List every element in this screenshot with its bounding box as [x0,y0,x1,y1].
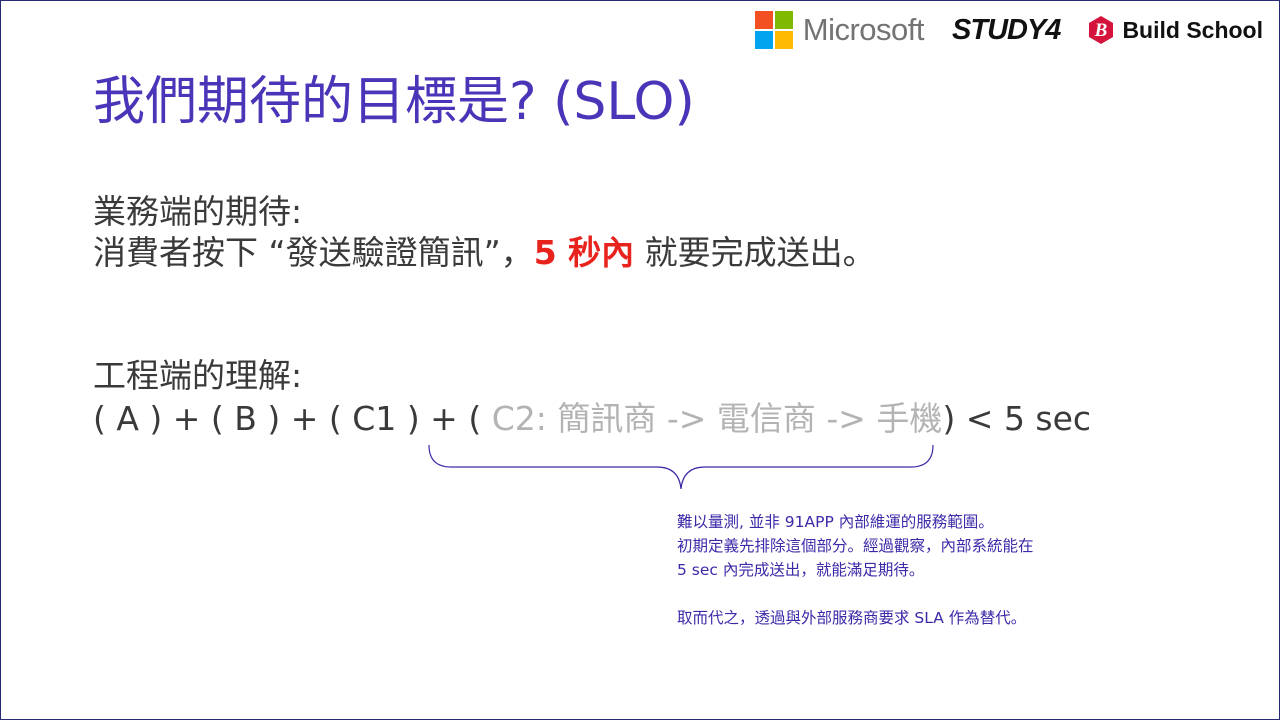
engineering-heading: 工程端的理解: [93,356,303,395]
sponsor-logos: Microsoft STUDY4 B Build School [754,9,1263,51]
business-line-pre: 消費者按下 “發送驗證簡訊”， [93,233,534,272]
engineering-understanding: 工程端的理解: ( A ) + ( B ) + ( C1 ) + ( C2: 簡… [93,354,1091,440]
note-line-2: 初期定義先排除這個部分。經過觀察，內部系統能在 [677,537,1034,555]
annotation-note: 難以量測, 並非 91APP 內部維運的服務範圍。 初期定義先排除這個部分。經過… [677,510,1034,630]
build-school-b-icon: B [1089,16,1114,44]
note-line-3: 5 sec 內完成送出，就能滿足期待。 [677,561,925,579]
business-heading: 業務端的期待: [93,192,303,231]
business-line: 消費者按下 “發送驗證簡訊”，5 秒內 就要完成送出。 [93,232,876,273]
build-school-wordmark: Build School [1122,16,1263,43]
engineering-formula: ( A ) + ( B ) + ( C1 ) + ( C2: 簡訊商 -> 電信… [93,397,1091,440]
microsoft-wordmark: Microsoft [802,12,925,47]
curly-brace [428,444,934,490]
build-school-logo: B Build School [1086,15,1263,45]
business-expectation: 業務端的期待: 消費者按下 “發送驗證簡訊”，5 秒內 就要完成送出。 [93,191,876,273]
business-line-highlight: 5 秒內 [533,233,635,272]
business-line-post: 就要完成送出。 [634,233,876,272]
microsoft-logo: Microsoft [754,11,925,49]
formula-excluded-part: C2: 簡訊商 -> 電信商 -> 手機 [491,399,943,438]
microsoft-squares-icon [754,11,793,49]
slide-title: 我們期待的目標是? (SLO) [93,72,695,132]
svg-text:B: B [1094,20,1108,41]
study4-logo: STUDY4 [952,13,1061,46]
formula-post: ) < 5 sec [942,399,1092,438]
note-line-1: 難以量測, 並非 91APP 內部維運的服務範圍。 [677,513,994,531]
note-line-4: 取而代之，透過與外部服務商要求 SLA 作為替代。 [677,609,1027,627]
formula-pre: ( A ) + ( B ) + ( C1 ) + ( [93,399,492,438]
slide: Microsoft STUDY4 B Build School 我們期待的目標是… [0,0,1280,720]
